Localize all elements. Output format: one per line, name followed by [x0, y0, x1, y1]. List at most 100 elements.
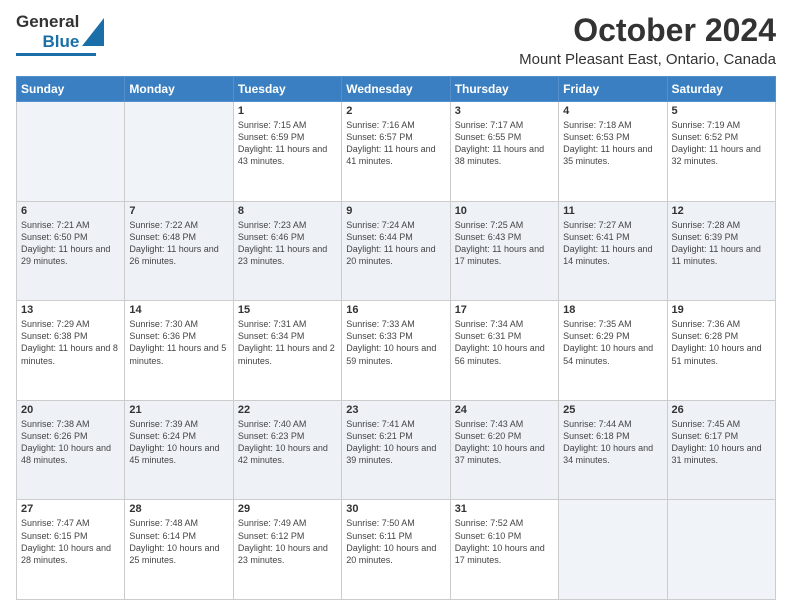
cell-content: Sunset: 6:52 PM — [672, 131, 771, 143]
cell-content: Daylight: 10 hours and 51 minutes. — [672, 342, 771, 366]
cell-content: Sunset: 6:21 PM — [346, 430, 445, 442]
cell-content: Daylight: 10 hours and 39 minutes. — [346, 442, 445, 466]
weekday-header: Tuesday — [233, 77, 341, 102]
cell-content: Daylight: 10 hours and 42 minutes. — [238, 442, 337, 466]
day-number: 13 — [21, 304, 120, 316]
calendar-cell: 19Sunrise: 7:36 AMSunset: 6:28 PMDayligh… — [667, 301, 775, 401]
calendar-cell: 10Sunrise: 7:25 AMSunset: 6:43 PMDayligh… — [450, 201, 558, 301]
day-number: 30 — [346, 503, 445, 515]
calendar-cell: 3Sunrise: 7:17 AMSunset: 6:55 PMDaylight… — [450, 102, 558, 202]
cell-content: Sunrise: 7:48 AM — [129, 517, 228, 529]
cell-content: Sunset: 6:23 PM — [238, 430, 337, 442]
day-number: 29 — [238, 503, 337, 515]
calendar-cell: 11Sunrise: 7:27 AMSunset: 6:41 PMDayligh… — [559, 201, 667, 301]
cell-content: Sunset: 6:41 PM — [563, 231, 662, 243]
day-number: 2 — [346, 105, 445, 117]
day-number: 25 — [563, 404, 662, 416]
calendar-cell: 30 Sunrise: 7:50 AMSunset: 6:11 PMDayligh… — [342, 500, 450, 600]
cell-content: Daylight: 11 hours and 11 minutes. — [672, 243, 771, 267]
cell-content: Daylight: 10 hours and 31 minutes. — [672, 442, 771, 466]
cell-content: Daylight: 10 hours and 28 minutes. — [21, 542, 120, 566]
cell-content: Daylight: 10 hours and 45 minutes. — [129, 442, 228, 466]
day-number: 5 — [672, 105, 771, 117]
cell-content: Sunrise: 7:40 AM — [238, 418, 337, 430]
weekday-header: Friday — [559, 77, 667, 102]
cell-content: Sunset: 6:48 PM — [129, 231, 228, 243]
cell-content: Sunrise: 7:34 AM — [455, 318, 554, 330]
cell-content: Sunrise: 7:39 AM — [129, 418, 228, 430]
day-number: 22 — [238, 404, 337, 416]
day-number: 7 — [129, 205, 228, 217]
calendar-cell: 9Sunrise: 7:24 AMSunset: 6:44 PMDaylight… — [342, 201, 450, 301]
weekday-header: Thursday — [450, 77, 558, 102]
calendar-cell: 29Sunrise: 7:49 AMSunset: 6:12 PMDayligh… — [233, 500, 341, 600]
cell-content: Daylight: 11 hours and 2 minutes. — [238, 342, 337, 366]
calendar-cell: 2Sunrise: 7:16 AMSunset: 6:57 PMDaylight… — [342, 102, 450, 202]
calendar-cell: 16Sunrise: 7:33 AMSunset: 6:33 PMDayligh… — [342, 301, 450, 401]
day-number: 15 — [238, 304, 337, 316]
cell-content: Sunrise: 7:27 AM — [563, 219, 662, 231]
day-number: 24 — [455, 404, 554, 416]
calendar-row: 6Sunrise: 7:21 AMSunset: 6:50 PMDaylight… — [17, 201, 776, 301]
cell-content: Sunrise: 7:33 AM — [346, 318, 445, 330]
weekday-header: Sunday — [17, 77, 125, 102]
calendar-cell: 22 Sunrise: 7:40 AMSunset: 6:23 PMDayligh… — [233, 400, 341, 500]
cell-content: Sunset: 6:33 PM — [346, 330, 445, 342]
day-number: 14 — [129, 304, 228, 316]
logo: General Blue — [16, 12, 104, 56]
calendar-cell: 6Sunrise: 7:21 AMSunset: 6:50 PMDaylight… — [17, 201, 125, 301]
day-number: 28 — [129, 503, 228, 515]
calendar-cell — [125, 102, 233, 202]
calendar-cell — [17, 102, 125, 202]
logo-icon — [82, 18, 104, 46]
header: General Blue October 2024 Mount Pleasant… — [16, 12, 776, 68]
calendar-cell: 13Sunrise: 7:29 AMSunset: 6:38 PMDayligh… — [17, 301, 125, 401]
cell-content: Daylight: 11 hours and 35 minutes. — [563, 143, 662, 167]
cell-content: Daylight: 10 hours and 48 minutes. — [21, 442, 120, 466]
day-number: 18 — [563, 304, 662, 316]
cell-content: Sunrise: 7:17 AM — [455, 119, 554, 131]
logo-general: General — [16, 12, 79, 32]
cell-content: Daylight: 10 hours and 34 minutes. — [563, 442, 662, 466]
calendar-cell: 4Sunrise: 7:18 AMSunset: 6:53 PMDaylight… — [559, 102, 667, 202]
calendar-cell: 12Sunrise: 7:28 AMSunset: 6:39 PMDayligh… — [667, 201, 775, 301]
cell-content: Sunset: 6:57 PM — [346, 131, 445, 143]
calendar-row: 27Sunrise: 7:47 AMSunset: 6:15 PMDayligh… — [17, 500, 776, 600]
calendar-row: 13Sunrise: 7:29 AMSunset: 6:38 PMDayligh… — [17, 301, 776, 401]
cell-content: Sunset: 6:15 PM — [21, 530, 120, 542]
day-number: 10 — [455, 205, 554, 217]
cell-content: Daylight: 11 hours and 23 minutes. — [238, 243, 337, 267]
calendar-cell: 8Sunrise: 7:23 AMSunset: 6:46 PMDaylight… — [233, 201, 341, 301]
cell-content: Sunrise: 7:47 AM — [21, 517, 120, 529]
cell-content: Daylight: 11 hours and 26 minutes. — [129, 243, 228, 267]
cell-content: Daylight: 10 hours and 54 minutes. — [563, 342, 662, 366]
calendar-cell: 18Sunrise: 7:35 AMSunset: 6:29 PMDayligh… — [559, 301, 667, 401]
page: General Blue October 2024 Mount Pleasant… — [0, 0, 792, 612]
day-number: 9 — [346, 205, 445, 217]
cell-content: Daylight: 10 hours and 56 minutes. — [455, 342, 554, 366]
cell-content: Sunrise: 7:45 AM — [672, 418, 771, 430]
cell-content: Sunset: 6:59 PM — [238, 131, 337, 143]
day-number: 3 — [455, 105, 554, 117]
cell-content: Sunset: 6:11 PM — [346, 530, 445, 542]
calendar-table: SundayMondayTuesdayWednesdayThursdayFrid… — [16, 76, 776, 600]
cell-content: Daylight: 10 hours and 20 minutes. — [346, 542, 445, 566]
cell-content: Sunset: 6:28 PM — [672, 330, 771, 342]
cell-content: Sunset: 6:43 PM — [455, 231, 554, 243]
calendar-cell: 17Sunrise: 7:34 AMSunset: 6:31 PMDayligh… — [450, 301, 558, 401]
cell-content: Sunrise: 7:50 AM — [346, 517, 445, 529]
day-number: 11 — [563, 205, 662, 217]
day-number: 21 — [129, 404, 228, 416]
day-number: 6 — [21, 205, 120, 217]
cell-content: Sunrise: 7:30 AM — [129, 318, 228, 330]
weekday-header: Wednesday — [342, 77, 450, 102]
cell-content: Sunrise: 7:24 AM — [346, 219, 445, 231]
calendar-cell: 31Sunrise: 7:52 AMSunset: 6:10 PMDayligh… — [450, 500, 558, 600]
cell-content: Sunset: 6:53 PM — [563, 131, 662, 143]
day-number: 27 — [21, 503, 120, 515]
cell-content: Sunrise: 7:21 AM — [21, 219, 120, 231]
cell-content: Daylight: 11 hours and 41 minutes. — [346, 143, 445, 167]
day-number: 19 — [672, 304, 771, 316]
cell-content: Sunrise: 7:35 AM — [563, 318, 662, 330]
cell-content: Sunrise: 7:41 AM — [346, 418, 445, 430]
